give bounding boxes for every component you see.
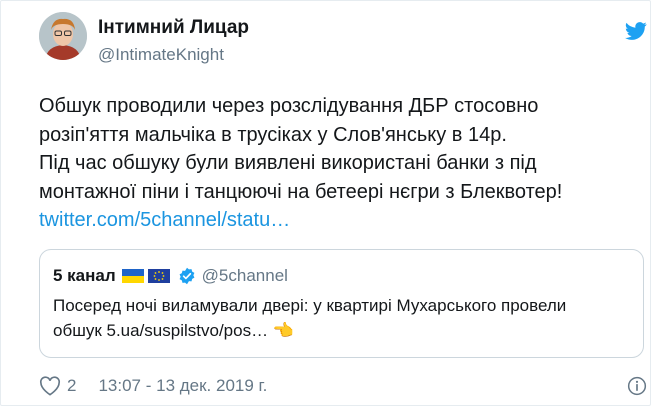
author-handle[interactable]: @IntimateKnight <box>98 45 224 65</box>
timestamp[interactable]: 13:07 - 13 дек. 2019 г. <box>98 376 267 396</box>
author-name[interactable]: Інтимний Лицар <box>98 17 249 39</box>
quoted-tweet-line2: обшук 5.ua/suspilstvo/pos… 👈 <box>53 318 638 343</box>
quoted-author-name[interactable]: 5 канал <box>53 266 116 286</box>
quoted-tweet-text: Посеред ночі виламували двері: у квартир… <box>53 293 638 343</box>
tweet-line: розіп'яття мальчіка в трусіках у Слов'ян… <box>39 123 507 146</box>
tweet-line: Обшук проводили через розслідування ДБР … <box>39 95 539 117</box>
eu-flag-icon <box>147 269 170 283</box>
quoted-tweet-header: 5 канал @5channel <box>53 265 288 287</box>
pointing-left-emoji-icon: 👈 <box>272 321 294 340</box>
twitter-bird-icon[interactable] <box>623 20 649 42</box>
tweet-link[interactable]: twitter.com/5channel/statu… <box>39 209 290 231</box>
tweet-line: Під час обшуку були виявлені використані… <box>39 152 537 174</box>
tweet-footer: 2 13:07 - 13 дек. 2019 г. <box>39 374 267 398</box>
info-icon[interactable] <box>627 376 647 396</box>
like-count[interactable]: 2 <box>67 376 76 396</box>
tweet-text: Обшук проводили через розслідування ДБР … <box>39 92 639 235</box>
heart-icon[interactable] <box>39 376 61 396</box>
quoted-tweet[interactable]: 5 канал @5channel Посеред ночі виламувал… <box>39 249 644 358</box>
avatar[interactable] <box>39 12 87 60</box>
ukraine-flag-icon <box>121 269 144 283</box>
tweet-line: монтажної піни і танцюючі на бетеері нєг… <box>39 180 563 203</box>
quoted-tweet-line: Посеред ночі виламували двері: у квартир… <box>53 296 567 315</box>
embedded-tweet-card: Інтимний Лицар @IntimateKnight Обшук про… <box>0 0 651 406</box>
quoted-author-handle[interactable]: @5channel <box>202 266 288 286</box>
quoted-tweet-line: обшук 5.ua/suspilstvo/pos… <box>53 321 269 340</box>
verified-badge-icon <box>179 267 195 285</box>
